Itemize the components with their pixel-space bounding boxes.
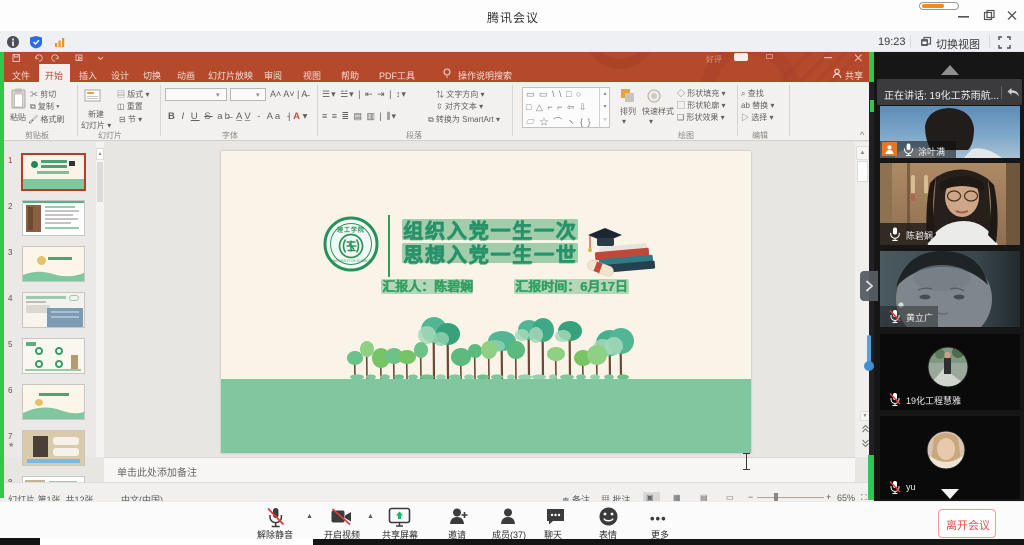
- svg-text:汇报人：陈碧娴: 汇报人：陈碧娴: [383, 279, 474, 294]
- svg-text:UNIVERSITY OF SCIENCE: UNIVERSITY OF SCIENCE: [331, 259, 370, 263]
- svg-text:汇报时间：6月17日: 汇报时间：6月17日: [516, 279, 629, 294]
- svg-text:理工学院: 理工学院: [337, 226, 365, 234]
- svg-text:思想入党一生一世: 思想入党一生一世: [403, 243, 577, 267]
- svg-text:组织入党一生一次: 组织入党一生一次: [403, 219, 577, 243]
